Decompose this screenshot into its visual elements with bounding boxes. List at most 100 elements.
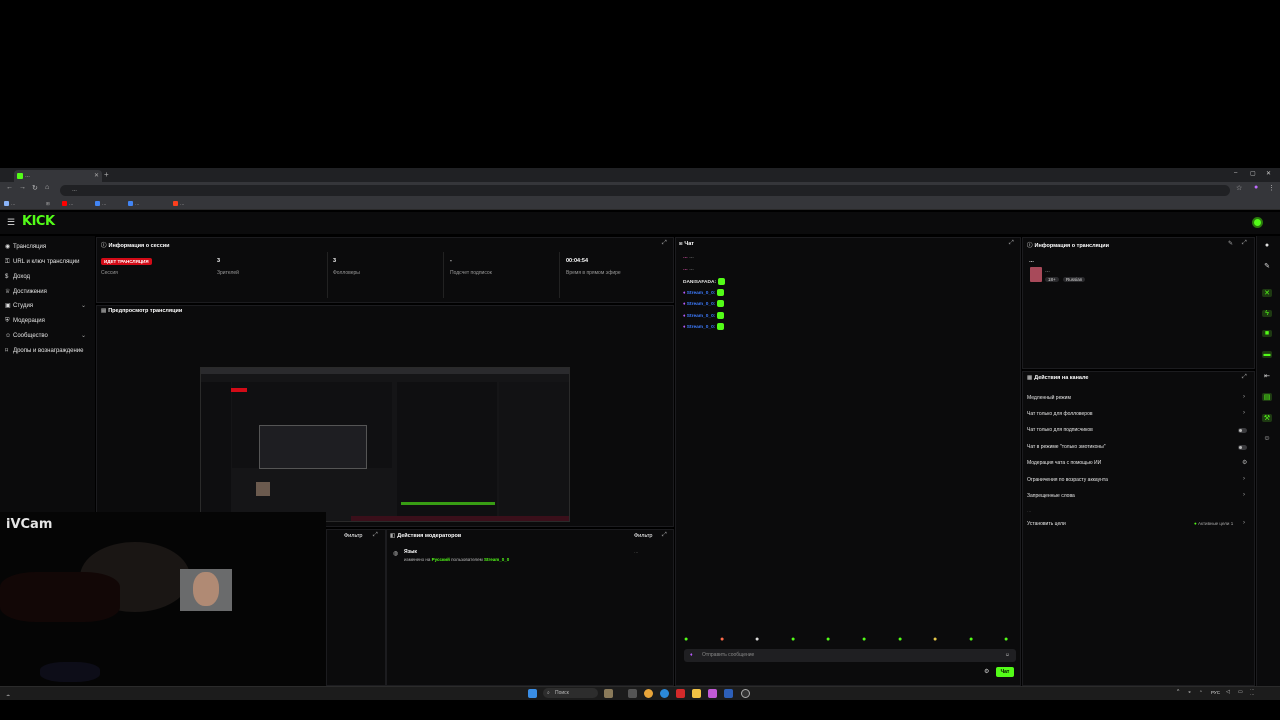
telegram-icon[interactable] [660, 689, 669, 698]
channel-action-followers-only[interactable]: Чат только для фолловеров [1027, 411, 1093, 417]
chevron-right-icon[interactable]: › [1243, 394, 1245, 400]
channel-action-banned-words[interactable]: Запрещенные слова [1027, 493, 1075, 499]
kick-logo[interactable]: KICK [22, 214, 55, 229]
emote-icon[interactable]: ● [755, 636, 759, 643]
settings-icon[interactable]: ⚙ [1242, 459, 1247, 466]
new-tab-icon[interactable]: + [104, 170, 109, 179]
expand-icon[interactable]: ⤢ [1242, 240, 1247, 247]
settings-icon[interactable]: ⚙ [984, 668, 989, 675]
chat-bubble-icon[interactable]: ▬ [1262, 351, 1272, 358]
close-icon[interactable]: ✕ [1262, 289, 1272, 297]
square-icon[interactable]: ■ [1262, 330, 1272, 337]
bookmark-item[interactable]: … [4, 200, 16, 208]
wifi-icon[interactable]: ◔ [1199, 689, 1202, 695]
minimize-icon[interactable]: – [1234, 170, 1237, 176]
bookmark-item[interactable]: … [95, 200, 107, 208]
user-avatar[interactable] [1252, 217, 1263, 228]
chevron-down-icon[interactable]: ⌄ [81, 302, 86, 309]
sidebar-item-moderation[interactable]: ⛨ Модерация [5, 315, 45, 327]
lightning-icon[interactable]: ϟ [1262, 310, 1272, 317]
browser-tab[interactable]: … ✕ [14, 170, 102, 182]
expand-icon[interactable]: ⤢ [662, 532, 667, 539]
record-icon[interactable]: ● [1262, 242, 1272, 249]
channel-action-ai-moderation[interactable]: Модерация чата с помощью ИИ [1027, 460, 1101, 466]
edit-icon[interactable]: ✎ [1262, 262, 1272, 270]
sidebar-item-url-key[interactable]: ⚿ URL и ключ трансляции [5, 256, 79, 268]
filter-button[interactable]: Фильтр [344, 533, 362, 539]
channel-action-age-restriction[interactable]: Ограничения по возрасту аккаунта [1027, 477, 1108, 483]
emote-icon[interactable]: ● [1004, 636, 1008, 643]
channel-action-slow-mode[interactable]: Медленный режим [1027, 395, 1071, 401]
chevron-right-icon[interactable]: › [1243, 492, 1245, 498]
weather-widget[interactable]: ☁ [6, 692, 10, 697]
emote-icon[interactable]: ● [720, 636, 724, 643]
task-view-icon[interactable] [628, 689, 637, 698]
exit-icon[interactable]: ⇤ [1262, 372, 1272, 380]
expand-icon[interactable]: ⤢ [373, 532, 378, 539]
obs-icon[interactable] [741, 689, 750, 698]
app-icon[interactable] [708, 689, 717, 698]
speaker-icon[interactable]: ◁ [1226, 689, 1230, 695]
expand-icon[interactable]: ⤢ [1242, 374, 1247, 381]
battery-icon[interactable]: ▭ [1238, 689, 1243, 695]
profile-icon[interactable]: ● [1254, 184, 1258, 191]
close-window-icon[interactable]: ✕ [1266, 170, 1271, 177]
sidebar-item-drops[interactable]: ⌑ Дропы и вознаграждение [5, 345, 84, 357]
browser-menu-icon[interactable]: ⋮ [1268, 184, 1275, 192]
sidebar-item-broadcast[interactable]: ◉ Трансляция [5, 241, 46, 253]
chevron-right-icon[interactable]: › [1243, 410, 1245, 416]
reload-icon[interactable]: ↻ [32, 184, 38, 192]
sidebar-item-income[interactable]: $ Доход [5, 271, 30, 283]
folder-icon[interactable] [692, 689, 701, 698]
clock[interactable]: …… [1250, 686, 1255, 696]
sidebar-item-community[interactable]: ☺ Сообщество [5, 330, 48, 342]
taskbar-search[interactable]: ⌕ Поиск [543, 688, 598, 698]
send-chat-button[interactable]: Чат [996, 667, 1014, 677]
tray-arrow-icon[interactable]: ^ [1177, 689, 1179, 695]
edit-icon[interactable]: ✎ [1228, 240, 1233, 247]
app-icon[interactable] [724, 689, 733, 698]
apps-grid-icon[interactable]: ⊞ [46, 200, 50, 208]
expand-icon[interactable]: ⤢ [1009, 240, 1014, 247]
bookmark-item[interactable]: … [173, 200, 185, 208]
chevron-down-icon[interactable]: ⌄ [81, 332, 86, 339]
forward-icon[interactable]: → [19, 184, 26, 191]
close-tab-icon[interactable]: ✕ [94, 170, 99, 182]
chat-message-input[interactable]: ♦ Отправить сообщение ☺ [684, 649, 1016, 662]
emote-only-toggle[interactable] [1238, 445, 1247, 450]
emote-icon[interactable]: ● [898, 636, 902, 643]
subscribers-only-toggle[interactable] [1238, 428, 1247, 433]
set-goals-action[interactable]: Установить цели [1027, 521, 1066, 527]
chevron-right-icon[interactable]: › [1243, 520, 1245, 526]
bookmark-item[interactable]: … [128, 200, 140, 208]
home-icon[interactable]: ⌂ [45, 184, 49, 191]
bookmark-star-icon[interactable]: ☆ [1236, 184, 1242, 192]
wrench-icon[interactable]: ⚒ [1262, 414, 1272, 422]
start-icon[interactable] [528, 689, 537, 698]
address-bar[interactable]: … [60, 185, 1230, 196]
expand-icon[interactable]: ⤢ [662, 240, 667, 247]
menu-icon[interactable]: ☰ [7, 217, 15, 228]
save-icon[interactable]: ▤ [1262, 393, 1272, 401]
emote-icon[interactable]: ● [969, 636, 973, 643]
chrome-icon[interactable] [644, 689, 653, 698]
bookmark-item[interactable]: … [62, 200, 74, 208]
language-indicator[interactable]: РУС [1211, 690, 1220, 695]
emoji-icon[interactable]: ☺ [1005, 649, 1010, 662]
users-icon[interactable]: ☺ [1262, 435, 1272, 442]
chevron-right-icon[interactable]: › [1243, 476, 1245, 482]
stream-preview-video[interactable] [200, 367, 570, 522]
emote-icon[interactable]: ● [791, 636, 795, 643]
widget-icon[interactable] [604, 689, 613, 698]
youtube-icon[interactable] [676, 689, 685, 698]
filter-button[interactable]: Фильтр [634, 533, 652, 539]
network-icon[interactable]: ◒ [1188, 689, 1191, 695]
back-icon[interactable]: ← [6, 184, 13, 191]
maximize-icon[interactable]: ▢ [1250, 170, 1256, 177]
emote-icon[interactable]: ● [684, 636, 688, 643]
sidebar-item-achievements[interactable]: ♕ Достижения [5, 286, 47, 298]
emote-icon[interactable]: ● [862, 636, 866, 643]
emote-icon[interactable]: ● [826, 636, 830, 643]
sidebar-item-studio[interactable]: ▣ Студия [5, 300, 33, 312]
emote-icon[interactable]: ● [933, 636, 937, 643]
